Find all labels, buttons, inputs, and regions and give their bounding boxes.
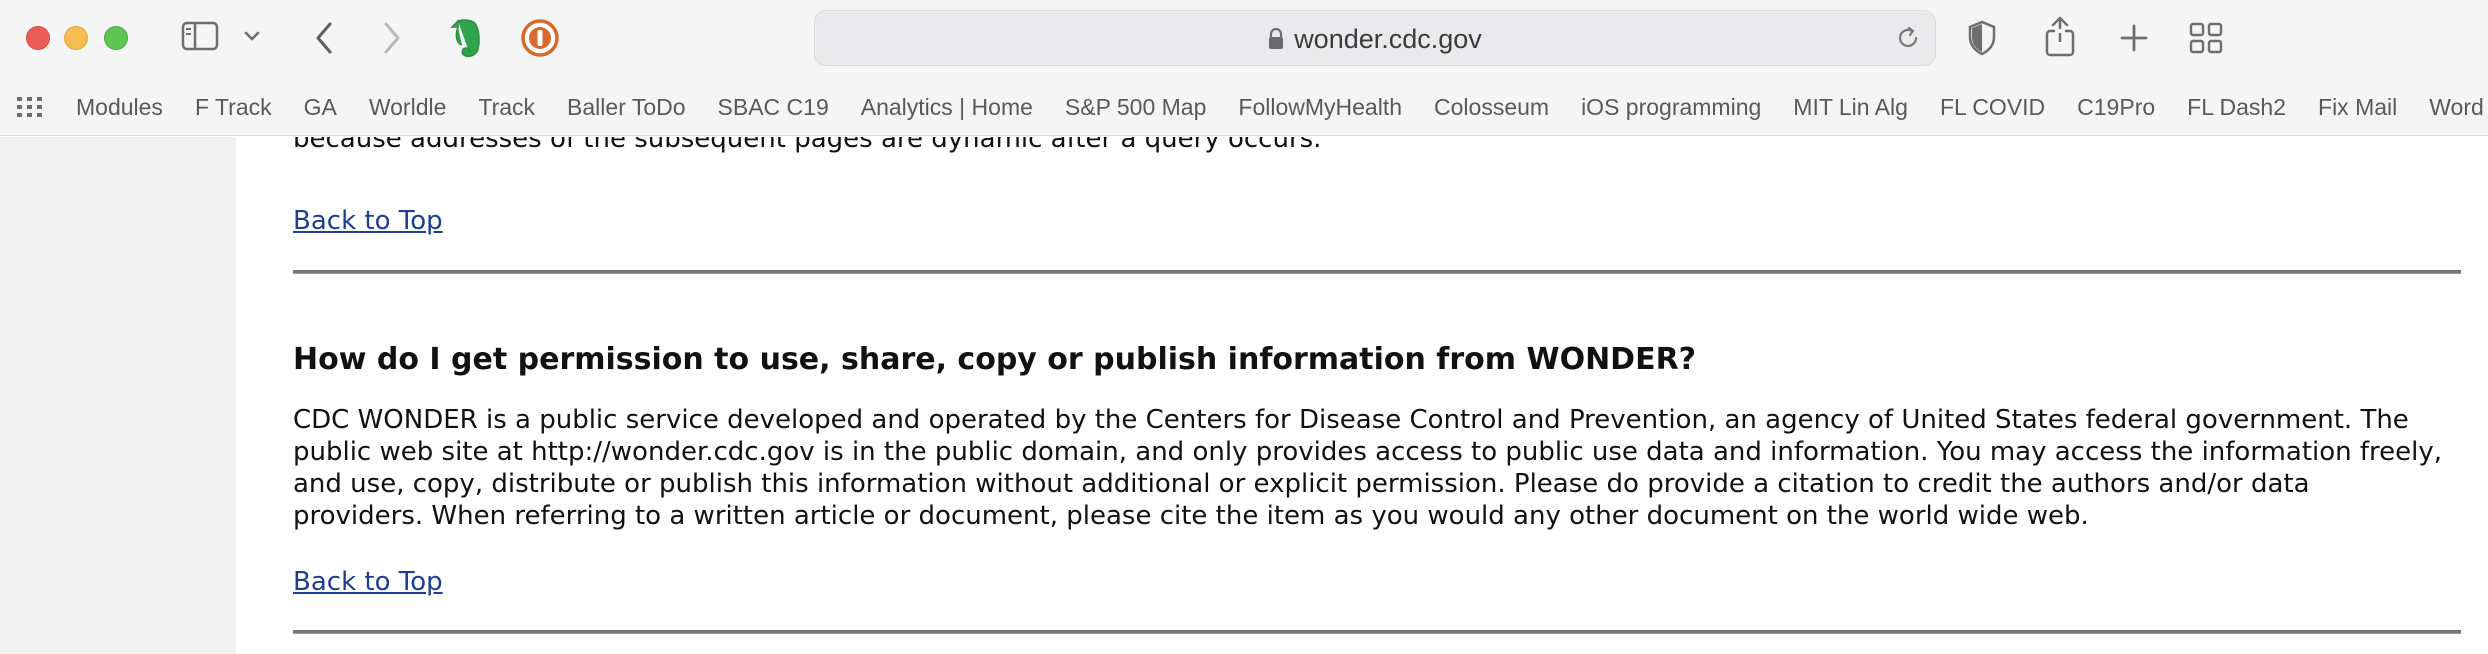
bookmark-ga[interactable]: GA (304, 94, 337, 121)
bookmark-fix-mail[interactable]: Fix Mail (2318, 94, 2397, 121)
bookmark-c19pro[interactable]: C19Pro (2077, 94, 2155, 121)
bookmark-ios-programming[interactable]: iOS programming (1581, 94, 1761, 121)
section-divider (293, 270, 2461, 274)
answer-line: public web site at http://wonder.cdc.gov… (293, 437, 2443, 467)
back-to-top-link[interactable]: Back to Top (293, 567, 443, 597)
faq-question-heading: How do I get permission to use, share, c… (293, 342, 1697, 377)
bookmark-list: Modules F Track GA Worldle Track Baller … (60, 78, 2488, 135)
share-icon[interactable] (2040, 12, 2080, 62)
zoom-window-button[interactable] (104, 26, 128, 50)
faq-answer-paragraph: CDC WONDER is a public service developed… (293, 404, 2461, 532)
page-content: because addresses of the subsequent page… (0, 137, 2488, 654)
bookmark-fl-dash2[interactable]: FL Dash2 (2187, 94, 2286, 121)
answer-line: providers. When referring to a written a… (293, 501, 2089, 531)
address-bar[interactable]: wonder.cdc.gov (814, 10, 1936, 66)
1password-extension-icon[interactable] (520, 18, 560, 58)
close-window-button[interactable] (26, 26, 50, 50)
reload-icon[interactable] (1895, 25, 1921, 55)
bookmark-modules[interactable]: Modules (76, 94, 163, 121)
browser-toolbar: wonder.cdc.gov (0, 0, 2488, 78)
bookmark-word-count[interactable]: Word Count (2429, 94, 2488, 121)
bookmark-analytics-home[interactable]: Analytics | Home (861, 94, 1033, 121)
bookmarks-bar: Modules F Track GA Worldle Track Baller … (0, 78, 2488, 136)
new-tab-plus-icon[interactable] (2114, 18, 2154, 58)
chevron-down-icon[interactable] (240, 24, 264, 48)
bookmark-colosseum[interactable]: Colosseum (1434, 94, 1549, 121)
bookmark-track[interactable]: Track (478, 94, 535, 121)
bookmark-followmyhealth[interactable]: FollowMyHealth (1238, 94, 1402, 121)
previous-answer-text: because addresses of the subsequent page… (293, 137, 1322, 154)
sidebar-toggle-icon[interactable] (180, 20, 220, 52)
bookmark-baller-todo[interactable]: Baller ToDo (567, 94, 685, 121)
bookmark-sbac-c19[interactable]: SBAC C19 (718, 94, 829, 121)
forward-button[interactable] (374, 18, 410, 58)
tab-overview-icon[interactable] (2186, 18, 2226, 58)
address-url: wonder.cdc.gov (1294, 23, 1482, 54)
back-to-top-link[interactable]: Back to Top (293, 206, 443, 236)
apps-grid-icon[interactable] (16, 96, 44, 118)
lock-icon (1268, 28, 1284, 50)
left-gutter (0, 137, 236, 654)
bookmark-sp500-map[interactable]: S&P 500 Map (1065, 94, 1207, 121)
section-divider (293, 630, 2461, 634)
privacy-shield-icon[interactable] (1964, 16, 2000, 60)
answer-line: CDC WONDER is a public service developed… (293, 405, 2409, 435)
bookmark-fl-covid[interactable]: FL COVID (1940, 94, 2045, 121)
bookmark-worldle[interactable]: Worldle (369, 94, 447, 121)
minimize-window-button[interactable] (64, 26, 88, 50)
evernote-extension-icon[interactable] (446, 16, 486, 60)
answer-line: and use, copy, distribute or publish thi… (293, 469, 2310, 499)
bookmark-f-track[interactable]: F Track (195, 94, 272, 121)
back-button[interactable] (306, 18, 342, 58)
bookmark-mit-lin-alg[interactable]: MIT Lin Alg (1793, 94, 1908, 121)
